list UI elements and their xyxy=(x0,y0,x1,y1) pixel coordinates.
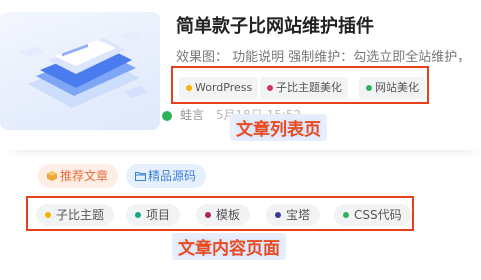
author-avatar[interactable] xyxy=(162,111,172,121)
annotation-content-page: 文章内容页面 xyxy=(172,233,286,260)
tag-dot-icon xyxy=(267,85,273,91)
tag-label: 网站美化 xyxy=(375,81,419,94)
tag-baota[interactable]: 宝塔 xyxy=(266,204,321,226)
tag-zibi-theme-beautify[interactable]: 子比主题美化 xyxy=(260,77,348,99)
tag-site-beautify[interactable]: 网站美化 xyxy=(359,77,425,99)
article-title[interactable]: 简单款子比网站维护插件 xyxy=(176,12,476,38)
thumbnail-illustration xyxy=(20,31,148,108)
tag-label: WordPress xyxy=(195,81,253,94)
tag-label: 子比主题 xyxy=(56,208,105,222)
tag-label: CSS代码 xyxy=(354,208,402,222)
article-excerpt: 效果图： 功能说明 强制维护：勾选立即全站维护， xyxy=(176,50,471,65)
author-name[interactable]: 蛙言 xyxy=(180,108,204,122)
article-tags-highlight: WordPress 子比主题美化 网站美化 xyxy=(171,66,429,104)
tag-dot-icon xyxy=(275,212,281,218)
tag-dot-icon xyxy=(343,212,349,218)
tag-label: 模板 xyxy=(216,208,241,222)
tag-template[interactable]: 模板 xyxy=(196,204,251,226)
tag-dot-icon xyxy=(205,212,211,218)
tag-wordpress[interactable]: WordPress xyxy=(179,77,259,99)
tag-label: 项目 xyxy=(146,208,171,222)
tag-label: 子比主题美化 xyxy=(276,81,342,94)
article-thumbnail[interactable] xyxy=(0,12,160,130)
annotation-list-page: 文章列表页 xyxy=(230,114,327,141)
folder-icon xyxy=(135,171,146,181)
tag-dot-icon xyxy=(45,212,51,218)
tag-dot-icon xyxy=(186,85,192,91)
tag-css-code[interactable]: CSS代码 xyxy=(334,204,412,226)
tag-project[interactable]: 项目 xyxy=(126,204,181,226)
category-premium-source[interactable]: 精品源码 xyxy=(126,164,207,188)
cube-icon xyxy=(47,171,57,181)
tag-dot-icon xyxy=(366,85,372,91)
category-recommended[interactable]: 推荐文章 xyxy=(38,164,119,188)
tag-dot-icon xyxy=(135,212,141,218)
tag-zibi-theme[interactable]: 子比主题 xyxy=(36,204,115,226)
category-label: 精品源码 xyxy=(148,169,197,183)
post-tags-highlight: 子比主题 项目 模板 宝塔 CSS代码 xyxy=(26,196,414,231)
tag-label: 宝塔 xyxy=(286,208,311,222)
category-label: 推荐文章 xyxy=(60,169,109,183)
